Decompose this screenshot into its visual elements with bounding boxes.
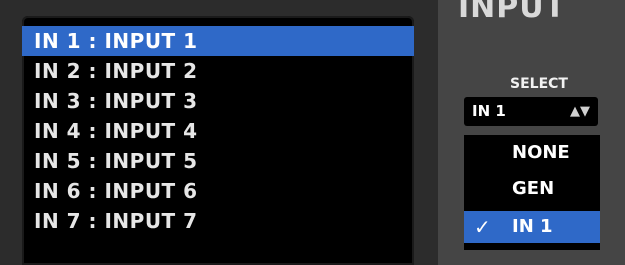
list-item-in5[interactable]: IN 5 : INPUT 5 [22, 146, 414, 176]
input-settings-panel: INPUT SELECT IN 1 ▲▼ NONE GEN ✓ IN 1 [438, 0, 625, 265]
select-dropdown: NONE GEN ✓ IN 1 [464, 135, 600, 250]
option-label: IN 1 [512, 216, 553, 237]
option-in1[interactable]: ✓ IN 1 [464, 211, 600, 243]
option-label: GEN [512, 178, 555, 199]
option-label: NONE [512, 142, 570, 163]
select-value: IN 1 [472, 102, 506, 120]
option-none[interactable]: NONE [464, 135, 600, 171]
list-item-in6[interactable]: IN 6 : INPUT 6 [22, 176, 414, 206]
updown-arrows-icon: ▲▼ [570, 104, 590, 119]
input-list: IN 1 : INPUT 1 IN 2 : INPUT 2 IN 3 : INP… [22, 16, 414, 265]
select-label: SELECT [510, 76, 568, 92]
list-item-in3[interactable]: IN 3 : INPUT 3 [22, 86, 414, 116]
list-item-in2[interactable]: IN 2 : INPUT 2 [22, 56, 414, 86]
option-gen[interactable]: GEN [464, 171, 600, 207]
list-item-in4[interactable]: IN 4 : INPUT 4 [22, 116, 414, 146]
list-item-in7[interactable]: IN 7 : INPUT 7 [22, 206, 414, 236]
section-title: INPUT [458, 0, 567, 25]
input-select[interactable]: IN 1 ▲▼ [464, 97, 598, 126]
list-item-in1[interactable]: IN 1 : INPUT 1 [22, 26, 414, 56]
checkmark-icon: ✓ [474, 215, 491, 239]
